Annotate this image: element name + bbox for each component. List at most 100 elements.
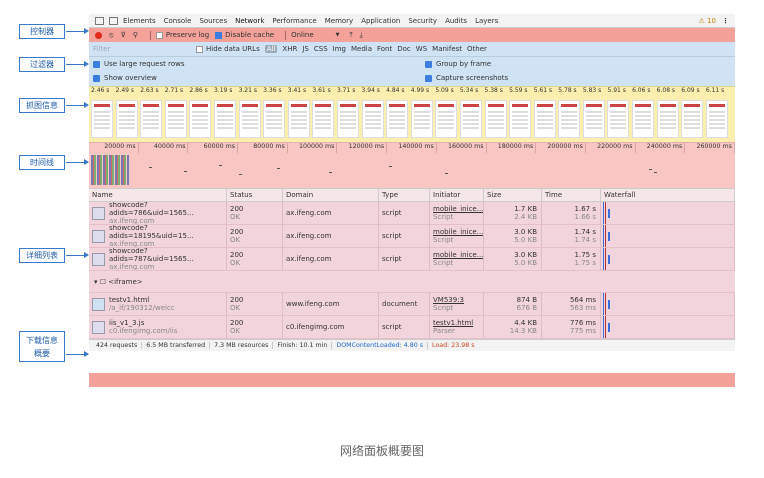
warning-count[interactable]: ⚠ 10: [699, 17, 716, 25]
group-by-frame-option[interactable]: Group by frame: [425, 60, 491, 68]
column-waterfall[interactable]: Waterfall: [601, 189, 735, 201]
type-filter-doc[interactable]: Doc: [397, 45, 411, 53]
name-cell[interactable]: showcode?adids=787&uid=1565... ax.ifeng.c…: [89, 248, 227, 270]
type-filter-css[interactable]: CSS: [314, 45, 328, 53]
tab-security[interactable]: Security: [408, 17, 437, 25]
filmstrip-thumbnail[interactable]: [632, 100, 655, 138]
table-row[interactable]: showcode?adids=787&uid=1565... ax.ifeng.c…: [89, 248, 735, 271]
large-rows-checkbox[interactable]: [93, 60, 100, 68]
filmstrip-thumbnail[interactable]: [435, 100, 458, 138]
filmstrip-thumbnail[interactable]: [459, 100, 482, 138]
initiator-cell-value[interactable]: mobile_inice...: [433, 228, 483, 236]
column-time[interactable]: Time: [542, 189, 601, 201]
request-name[interactable]: showcode?adids=787&uid=1565...: [109, 248, 226, 263]
type-filter-other[interactable]: Other: [467, 45, 487, 53]
initiator-cell-value[interactable]: mobile_inice...: [433, 205, 483, 213]
import-icon[interactable]: ⤒: [350, 31, 353, 40]
tab-elements[interactable]: Elements: [123, 17, 156, 25]
column-type[interactable]: Type: [379, 189, 430, 201]
group-by-frame-checkbox[interactable]: [425, 60, 432, 68]
tab-performance[interactable]: Performance: [272, 17, 316, 25]
name-cell[interactable]: testv1.html/a_if/190312/weicc: [89, 293, 227, 315]
filmstrip-thumbnail[interactable]: [607, 100, 630, 138]
request-name[interactable]: showcode?adids=786&uid=1565...: [109, 202, 226, 217]
filmstrip-thumbnail[interactable]: [287, 100, 310, 138]
table-row[interactable]: showcode?adids=18195&uid=15... ax.ifeng.c…: [89, 225, 735, 248]
filmstrip-thumbnail[interactable]: [681, 100, 704, 138]
filmstrip-thumbnail[interactable]: [189, 100, 212, 138]
filmstrip-thumbnail[interactable]: [336, 100, 359, 138]
column-initiator[interactable]: Initiator: [430, 189, 484, 201]
overview-timeline[interactable]: 20000 ms 40000 ms 60000 ms 80000 ms 100000 m…: [89, 142, 735, 188]
filmstrip-thumbnail[interactable]: [238, 100, 261, 138]
filmstrip-thumbnail[interactable]: [410, 100, 433, 138]
filmstrip-thumbnail[interactable]: [312, 100, 335, 138]
type-filter-img[interactable]: Img: [333, 45, 346, 53]
filmstrip-thumbnail[interactable]: [558, 100, 581, 138]
tab-network[interactable]: Network: [235, 17, 264, 25]
column-domain[interactable]: Domain: [283, 189, 379, 201]
type-filter-ws[interactable]: WS: [416, 45, 427, 53]
request-name[interactable]: iis_v1_3.js: [109, 319, 177, 327]
type-filter-media[interactable]: Media: [351, 45, 372, 53]
chevron-down-icon[interactable]: ▼: [336, 32, 340, 38]
hide-data-urls-checkbox[interactable]: [196, 45, 203, 53]
filmstrip-thumbnail[interactable]: [484, 100, 507, 138]
record-icon[interactable]: [95, 31, 102, 39]
show-overview-option[interactable]: Show overview: [93, 74, 157, 82]
column-size[interactable]: Size: [484, 189, 542, 201]
type-filter-manifest[interactable]: Manifest: [432, 45, 462, 53]
disable-cache-checkbox[interactable]: [215, 31, 223, 39]
tab-audits[interactable]: Audits: [445, 17, 467, 25]
type-filter-xhr[interactable]: XHR: [282, 45, 297, 53]
capture-screenshots-option[interactable]: Capture screenshots: [425, 74, 508, 82]
type-filter-all[interactable]: All: [264, 45, 278, 53]
type-filter-js[interactable]: JS: [302, 45, 309, 53]
tab-memory[interactable]: Memory: [325, 17, 353, 25]
table-row[interactable]: showcode?adids=786&uid=1565... ax.ifeng.c…: [89, 202, 735, 225]
name-cell[interactable]: showcode?adids=18195&uid=15... ax.ifeng.c…: [89, 225, 227, 247]
filmstrip-thumbnail[interactable]: [164, 100, 187, 138]
preserve-log-checkbox[interactable]: [155, 31, 163, 39]
tab-sources[interactable]: Sources: [199, 17, 227, 25]
name-cell[interactable]: showcode?adids=786&uid=1565... ax.ifeng.c…: [89, 202, 227, 224]
filmstrip-thumbnail[interactable]: [533, 100, 556, 138]
filmstrip-thumbnail[interactable]: [140, 100, 163, 138]
request-name[interactable]: testv1.html: [109, 296, 175, 304]
more-menu-icon[interactable]: ⋮: [722, 17, 729, 25]
export-icon[interactable]: ⤓: [360, 31, 363, 40]
initiator-cell-value[interactable]: VM539:3: [433, 296, 483, 304]
filmstrip-thumbnail[interactable]: [91, 100, 113, 138]
initiator-cell-value[interactable]: testv1.html: [433, 319, 483, 327]
tab-layers[interactable]: Layers: [475, 17, 498, 25]
name-cell[interactable]: iis_v1_3.js c0.ifengimg.com/iis: [89, 316, 227, 338]
clear-icon[interactable]: ⦸: [109, 31, 114, 40]
request-name[interactable]: showcode?adids=18195&uid=15...: [109, 225, 226, 240]
show-overview-checkbox[interactable]: [93, 74, 100, 82]
throttle-select[interactable]: Online: [291, 31, 314, 39]
filmstrip-thumbnail[interactable]: [115, 100, 138, 138]
capture-screenshots-checkbox[interactable]: [425, 74, 432, 82]
filmstrip-thumbnail[interactable]: [213, 100, 236, 138]
filmstrip-thumbnail[interactable]: [361, 100, 384, 138]
tab-application[interactable]: Application: [361, 17, 400, 25]
large-rows-option[interactable]: Use large request rows: [93, 60, 184, 68]
column-status[interactable]: Status: [227, 189, 283, 201]
filmstrip-thumbnail[interactable]: [582, 100, 605, 138]
frame-group-row[interactable]: ▾ ☐ <iframe>: [89, 271, 735, 293]
filmstrip-thumbnail[interactable]: [263, 100, 286, 138]
inspect-icon[interactable]: [95, 16, 104, 25]
filter-icon[interactable]: ⊽: [121, 31, 126, 39]
table-row[interactable]: testv1.html/a_if/190312/weicc 200 OK www.if…: [89, 293, 735, 316]
filter-input[interactable]: Filter: [93, 45, 188, 53]
filmstrip-thumbnail[interactable]: [509, 100, 532, 138]
filmstrip-thumbnail[interactable]: [705, 100, 728, 138]
initiator-cell-value[interactable]: mobile_inice...: [433, 251, 483, 259]
type-filter-font[interactable]: Font: [377, 45, 392, 53]
filmstrip-thumbnail[interactable]: [656, 100, 679, 138]
filmstrip-thumbnail[interactable]: [386, 100, 409, 138]
tab-console[interactable]: Console: [164, 17, 192, 25]
table-row[interactable]: iis_v1_3.js c0.ifengimg.com/iis 200 OK c0.if…: [89, 316, 735, 339]
device-toolbar-icon[interactable]: [109, 16, 118, 25]
column-name[interactable]: Name: [89, 189, 227, 201]
